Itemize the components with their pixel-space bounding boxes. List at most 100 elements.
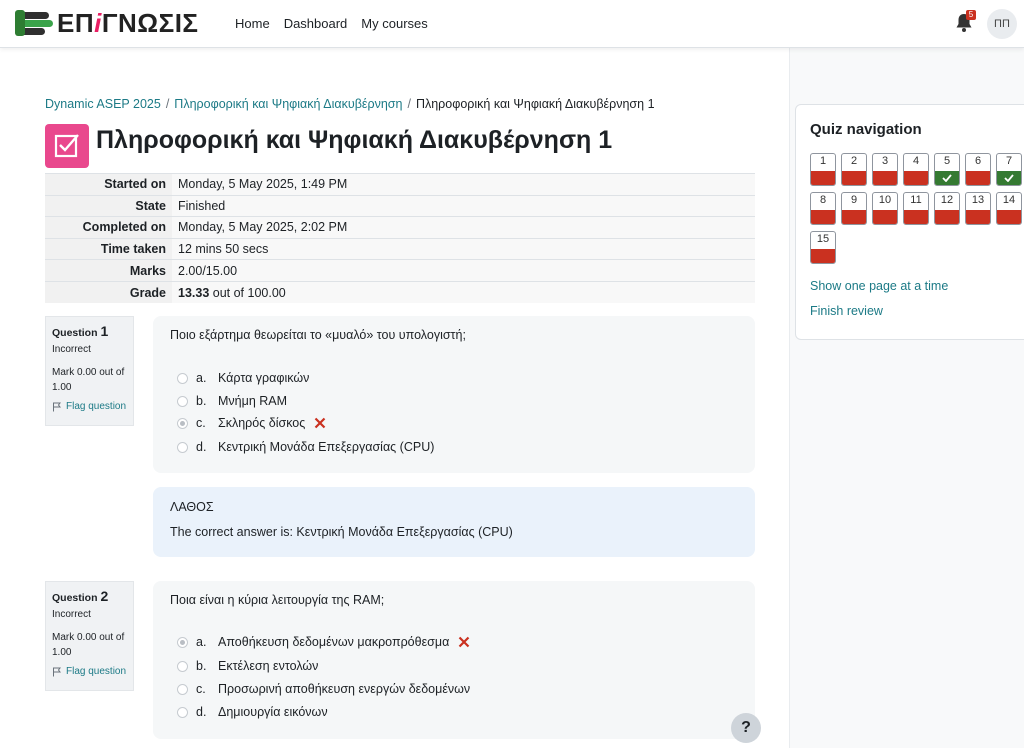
question-content-1: Ποιο εξάρτημα θεωρείται το «μυαλό» του υ… bbox=[153, 316, 755, 473]
answer-radio bbox=[177, 706, 188, 718]
finish-review-link[interactable]: Finish review bbox=[810, 304, 883, 318]
incorrect-state-indicator bbox=[811, 171, 835, 185]
answer-text: Μνήμη RAM bbox=[218, 394, 288, 408]
quiz-nav-button-10[interactable]: 10 bbox=[872, 192, 898, 225]
incorrect-state-indicator bbox=[997, 210, 1021, 224]
quiz-nav-button-number: 6 bbox=[974, 155, 982, 167]
summary-value: Monday, 5 May 2025, 2:02 PM bbox=[172, 216, 755, 239]
quiz-nav-button-14[interactable]: 14 bbox=[996, 192, 1022, 225]
answer-radio bbox=[177, 683, 188, 695]
grade-suffix: out of 100.00 bbox=[209, 285, 286, 300]
answer-letter: a. bbox=[196, 635, 207, 649]
site-logo[interactable]: ΕΠiΓΝΩΣΙΣ bbox=[15, 8, 199, 38]
page-title: Πληροφορική και Ψηφιακή Διακυβέρνηση 1 bbox=[96, 126, 613, 154]
answer-option: c. Προσωρινή αποθήκευση ενεργών δεδομένω… bbox=[177, 682, 470, 696]
logo-mark-icon bbox=[15, 10, 53, 36]
quiz-nav-button-8[interactable]: 8 bbox=[810, 192, 836, 225]
quiz-nav-button-15[interactable]: 15 bbox=[810, 231, 836, 264]
quiz-nav-button-number: 9 bbox=[850, 194, 858, 206]
nav-my-courses[interactable]: My courses bbox=[361, 16, 427, 31]
show-one-page-link[interactable]: Show one page at a time bbox=[810, 279, 948, 293]
table-row: Grade 13.33 out of 100.00 bbox=[45, 280, 755, 304]
answer-option: d. Κεντρική Μονάδα Επεξεργασίας (CPU) bbox=[177, 440, 434, 454]
answer-option: a. Κάρτα γραφικών bbox=[177, 371, 309, 385]
user-avatar[interactable]: ΠΠ bbox=[987, 9, 1017, 39]
quiz-nav-button-3[interactable]: 3 bbox=[872, 153, 898, 186]
incorrect-x-icon bbox=[459, 636, 470, 648]
quiz-nav-button-9[interactable]: 9 bbox=[841, 192, 867, 225]
quiz-nav-button-11[interactable]: 11 bbox=[903, 192, 929, 225]
summary-value: Finished bbox=[172, 194, 755, 217]
table-row: Started on Monday, 5 May 2025, 1:49 PM bbox=[45, 173, 755, 196]
check-icon bbox=[942, 174, 952, 182]
quiz-nav-button-number: 11 bbox=[910, 194, 922, 206]
summary-label: Time taken bbox=[45, 237, 172, 260]
answer-radio bbox=[177, 395, 188, 407]
question-grade: Mark 0.00 out of 1.00 bbox=[52, 632, 125, 658]
quiz-nav-button-13[interactable]: 13 bbox=[965, 192, 991, 225]
quiz-nav-button-12[interactable]: 12 bbox=[934, 192, 960, 225]
answer-letter: d. bbox=[196, 705, 207, 719]
summary-value: Monday, 5 May 2025, 1:49 PM bbox=[172, 173, 755, 196]
incorrect-state-indicator bbox=[811, 249, 835, 263]
answer-letter: b. bbox=[196, 659, 207, 673]
nav-home[interactable]: Home bbox=[235, 16, 270, 31]
table-row: Marks 2.00/15.00 bbox=[45, 259, 755, 282]
notification-count-badge: 5 bbox=[966, 10, 976, 20]
quiz-nav-button-number: 4 bbox=[912, 155, 920, 167]
question-number: Question 2 bbox=[52, 588, 109, 604]
answer-option: b. Εκτέλεση εντολών bbox=[177, 659, 318, 673]
quiz-nav-button-1[interactable]: 1 bbox=[810, 153, 836, 186]
quiz-nav-button-7[interactable]: 7 bbox=[996, 153, 1022, 186]
answer-letter: c. bbox=[196, 416, 206, 430]
incorrect-state-indicator bbox=[966, 210, 990, 224]
table-row: Time taken 12 mins 50 secs bbox=[45, 237, 755, 260]
incorrect-x-icon bbox=[314, 417, 326, 429]
nav-dashboard[interactable]: Dashboard bbox=[284, 16, 348, 31]
question-number: Question 1 bbox=[52, 323, 109, 339]
incorrect-state-indicator bbox=[873, 171, 897, 185]
primary-nav: Home Dashboard My courses bbox=[235, 0, 442, 47]
breadcrumb-separator: / bbox=[407, 97, 411, 111]
answer-option: d. Δημιουργία εικόνων bbox=[177, 705, 328, 719]
quiz-nav-button-6[interactable]: 6 bbox=[965, 153, 991, 186]
incorrect-state-indicator bbox=[842, 210, 866, 224]
question-grade: Mark 0.00 out of 1.00 bbox=[52, 367, 125, 393]
incorrect-state-indicator bbox=[842, 171, 866, 185]
answer-text: Σκληρός δίσκος bbox=[218, 416, 306, 430]
question-state: Incorrect bbox=[52, 344, 91, 355]
quiz-nav-button-5[interactable]: 5 bbox=[934, 153, 960, 186]
table-row: State Finished bbox=[45, 194, 755, 217]
answer-text: Δημιουργία εικόνων bbox=[218, 705, 328, 719]
breadcrumb-item-course-category[interactable]: Dynamic ASEP 2025 bbox=[45, 97, 161, 111]
incorrect-state-indicator bbox=[904, 171, 928, 185]
quiz-nav-button-number: 12 bbox=[940, 194, 954, 206]
incorrect-state-indicator bbox=[966, 171, 990, 185]
quiz-nav-button-2[interactable]: 2 bbox=[841, 153, 867, 186]
flag-question-link[interactable]: Flag question bbox=[52, 666, 127, 677]
question-feedback: ΛΑΘΟΣ The correct answer is: Κεντρική Μο… bbox=[153, 487, 755, 557]
question-text: Ποιο εξάρτημα θεωρείται το «μυαλό» του υ… bbox=[170, 328, 466, 342]
quiz-icon bbox=[45, 124, 89, 168]
correct-answer-feedback: The correct answer is: Κεντρική Μονάδα Ε… bbox=[170, 525, 513, 539]
table-row: Completed on Monday, 5 May 2025, 2:02 PM bbox=[45, 216, 755, 239]
quiz-nav-button-number: 13 bbox=[971, 194, 985, 206]
quiz-nav-button-number: 15 bbox=[816, 233, 830, 245]
summary-label: Started on bbox=[45, 173, 172, 196]
quiz-nav-button-4[interactable]: 4 bbox=[903, 153, 929, 186]
summary-label: Grade bbox=[45, 280, 172, 304]
quiz-nav-button-number: 10 bbox=[878, 194, 892, 206]
quiz-navigation-title: Quiz navigation bbox=[810, 121, 922, 138]
answer-option: c. Σκληρός δίσκος bbox=[177, 416, 326, 430]
summary-label: Completed on bbox=[45, 216, 172, 239]
quiz-navigation-block: Quiz navigation 1 2 3 4 5 6 7 8 9 10 11 12 13 14 15 Sh… bbox=[795, 104, 1024, 340]
check-icon bbox=[1004, 174, 1014, 182]
question-info-1: Question 1 Incorrect Mark 0.00 out of 1.… bbox=[45, 316, 134, 426]
breadcrumb-item-course[interactable]: Πληροφορική και Ψηφιακή Διακυβέρνηση bbox=[174, 97, 402, 111]
answer-radio bbox=[177, 636, 188, 648]
top-navbar: ΕΠiΓΝΩΣΙΣ Home Dashboard My courses 5 ΠΠ bbox=[0, 0, 1024, 48]
incorrect-state-indicator bbox=[904, 210, 928, 224]
flag-question-link[interactable]: Flag question bbox=[52, 401, 127, 412]
answer-text: Προσωρινή αποθήκευση ενεργών δεδομένων bbox=[218, 682, 471, 696]
help-button[interactable]: ? bbox=[731, 713, 761, 743]
